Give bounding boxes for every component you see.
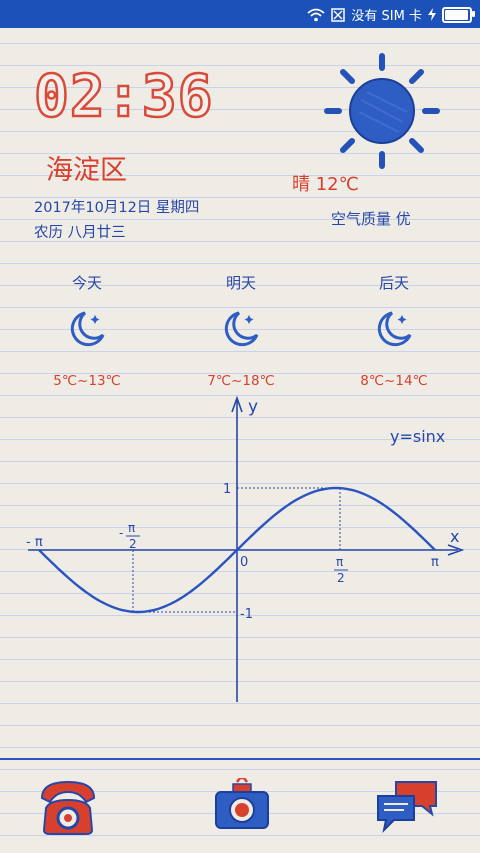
forecast-day-after[interactable]: 后天 8℃~14℃ bbox=[339, 272, 449, 389]
district-name: 海淀区 bbox=[46, 155, 127, 186]
forecast-day-label: 今天 bbox=[71, 274, 102, 292]
camera-icon[interactable] bbox=[213, 778, 271, 832]
tick-half-pi-num: π bbox=[336, 555, 343, 569]
y-axis-label: y bbox=[248, 397, 258, 417]
forecast-today[interactable]: 今天 5℃~13℃ bbox=[32, 272, 142, 389]
moon-icon bbox=[377, 311, 412, 347]
tick-neg-sign: - bbox=[119, 526, 123, 540]
lunar-date: 农历 八月廿三 bbox=[34, 225, 126, 241]
formula-label: y=sinx bbox=[390, 427, 445, 446]
tick-neg-one-label: -1 bbox=[240, 607, 253, 622]
forecast-temp: 8℃~14℃ bbox=[360, 373, 428, 389]
solar-date: 2017年10月12日 星期四 bbox=[34, 200, 200, 216]
wifi-icon bbox=[307, 8, 326, 21]
tick-one-label: 1 bbox=[223, 482, 231, 497]
moon-icon bbox=[70, 311, 105, 347]
charging-icon bbox=[428, 8, 436, 21]
current-weather: 晴 12℃ bbox=[292, 174, 359, 195]
forecast-tomorrow[interactable]: 明天 7℃~18℃ bbox=[186, 272, 296, 389]
status-icons: 没有 SIM 卡 bbox=[307, 5, 475, 24]
x-axis-label: x bbox=[450, 527, 459, 546]
tick-half-pi-den: 2 bbox=[337, 571, 345, 585]
sine-graph: y x y=sinx 0 1 -1 - π π π 2 - π 2 bbox=[26, 395, 465, 702]
no-sim-icon bbox=[331, 7, 346, 22]
forecast-temp: 5℃~13℃ bbox=[53, 373, 121, 389]
carrier-text: 没有 SIM 卡 bbox=[351, 9, 422, 24]
battery-icon bbox=[442, 6, 475, 23]
tick-pi-label: π bbox=[431, 555, 439, 570]
dock-divider bbox=[0, 758, 480, 760]
moon-icon bbox=[224, 311, 259, 347]
phone-icon[interactable] bbox=[36, 778, 100, 838]
tick-neg-pi-label: - π bbox=[26, 535, 43, 550]
status-bar: 没有 SIM 卡 bbox=[0, 0, 480, 28]
chat-icon[interactable] bbox=[374, 778, 440, 836]
tick-neg-half-pi-num: π bbox=[128, 521, 135, 535]
forecast-day-label: 明天 bbox=[225, 274, 256, 292]
forecast-day-label: 后天 bbox=[378, 274, 409, 292]
tick-neg-half-pi-den: 2 bbox=[129, 537, 137, 551]
clock-time[interactable]: 02:36 bbox=[33, 61, 214, 132]
origin-label: 0 bbox=[240, 555, 248, 570]
air-quality: 空气质量 优 bbox=[331, 210, 411, 228]
forecast-temp: 7℃~18℃ bbox=[207, 373, 275, 389]
sun-icon[interactable] bbox=[323, 52, 441, 170]
